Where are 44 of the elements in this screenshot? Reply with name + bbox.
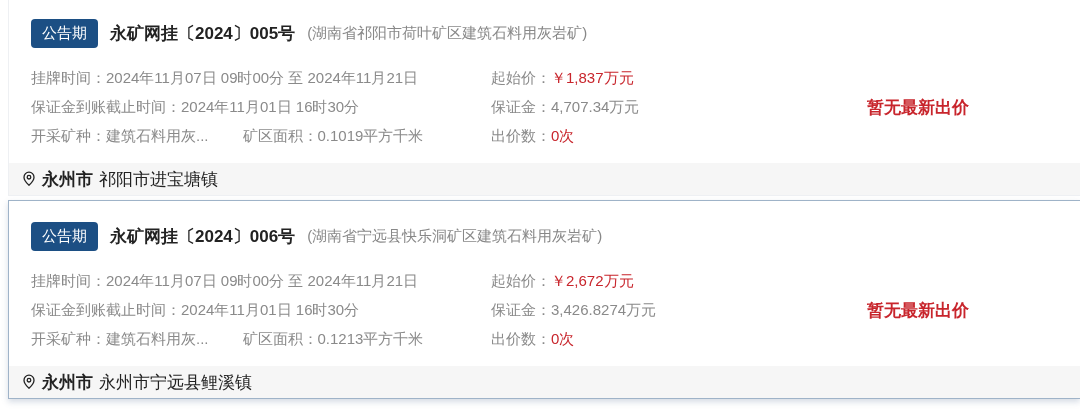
- field-label: 矿区面积：: [242, 330, 318, 347]
- city-name: 永州市: [42, 168, 93, 191]
- field-label: 挂牌时间：: [31, 69, 106, 86]
- bid-status: 暂无最新出价: [867, 97, 969, 119]
- field-value: 2024年11月01日 16时30分: [181, 301, 360, 318]
- field-value: ￥1,837万元: [551, 69, 634, 88]
- field-label: 开采矿种：: [31, 127, 106, 144]
- field-value: 建筑石料用灰...: [106, 127, 209, 144]
- field-label: 保证金到账截止时间：: [31, 301, 181, 318]
- address-text: 祁阳市进宝塘镇: [99, 168, 218, 191]
- field-value: 0.1019平方千米: [317, 127, 424, 144]
- field-value: 建筑石料用灰...: [106, 330, 209, 347]
- field-label: 保证金：: [491, 301, 551, 320]
- listing-card[interactable]: 公告期 永矿网挂〔2024〕006号 (湖南省宁远县快乐洞矿区建筑石料用灰岩矿) 挂牌时间：2024年11月07日 09时00分 至 2024年11月21日 保证金到账截止时间：2024年11月01日 16时30分 开采矿种：建筑石料用灰... 矿区面积：0.1213平方千米 起始价：￥2,672万元 保证金：3,426.8274万元 出价数：0次 暂无最新出价 永州市 永州市宁远县鲤溪镇: [8, 200, 1080, 399]
- field-value: 0.1213平方千米: [317, 330, 424, 347]
- field-value: ￥2,672万元: [551, 272, 634, 291]
- field-label: 保证金到账截止时间：: [31, 98, 181, 115]
- location-pin-icon: [22, 171, 36, 187]
- listing-subtitle: (湖南省宁远县快乐洞矿区建筑石料用灰岩矿): [307, 227, 603, 246]
- field-label: 起始价：: [491, 69, 551, 88]
- city-name: 永州市: [42, 371, 93, 394]
- address-text: 永州市宁远县鲤溪镇: [99, 371, 252, 394]
- field-label: 保证金：: [491, 98, 551, 117]
- field-label: 出价数：: [491, 330, 551, 349]
- location-pin-icon: [22, 374, 36, 390]
- field-label: 开采矿种：: [31, 330, 106, 347]
- field-value: 2024年11月07日 09时00分 至 2024年11月21日: [106, 69, 419, 86]
- field-label: 起始价：: [491, 272, 551, 291]
- status-badge: 公告期: [31, 222, 98, 251]
- field-value: 0次: [551, 127, 575, 146]
- field-value: 0次: [551, 330, 575, 349]
- field-label: 出价数：: [491, 127, 551, 146]
- field-value: 4,707.34万元: [551, 98, 640, 117]
- listing-title[interactable]: 永矿网挂〔2024〕006号: [110, 225, 296, 248]
- listing-subtitle: (湖南省祁阳市荷叶矿区建筑石料用灰岩矿): [307, 24, 588, 43]
- listing-card[interactable]: 公告期 永矿网挂〔2024〕005号 (湖南省祁阳市荷叶矿区建筑石料用灰岩矿) 挂牌时间：2024年11月07日 09时00分 至 2024年11月21日 保证金到账截止时间：2024年11月01日 16时30分 开采矿种：建筑石料用灰... 矿区面积：0.1019平方千米 起始价：￥1,837万元 保证金：4,707.34万元 出价数：0次 暂无最新出价 永州市 祁阳市进宝塘镇: [8, 0, 1080, 196]
- field-label: 挂牌时间：: [31, 272, 106, 289]
- field-value: 2024年11月01日 16时30分: [181, 98, 360, 115]
- field-label: 矿区面积：: [242, 127, 318, 144]
- field-value: 3,426.8274万元: [551, 301, 657, 320]
- listing-title[interactable]: 永矿网挂〔2024〕005号: [110, 22, 296, 45]
- field-value: 2024年11月07日 09时00分 至 2024年11月21日: [106, 272, 419, 289]
- bid-status: 暂无最新出价: [867, 300, 969, 322]
- status-badge: 公告期: [31, 19, 98, 48]
